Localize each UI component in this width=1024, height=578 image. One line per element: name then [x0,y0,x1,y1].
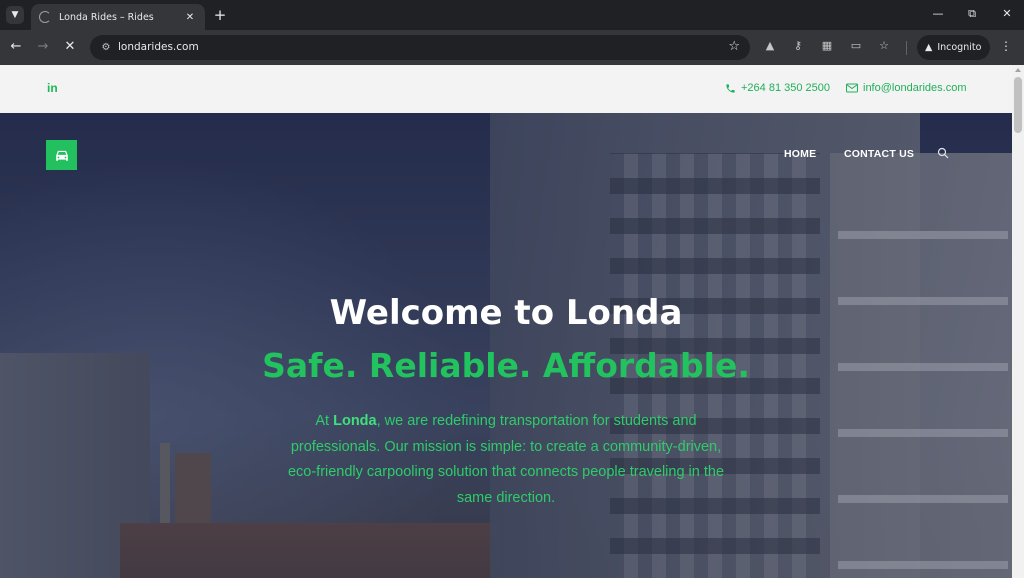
minimize-button[interactable]: — [928,7,948,20]
nav-home[interactable]: HOME [784,148,816,160]
arrow-left-icon: ← [10,39,22,54]
browser-toolbar: ← → ✕ ⚙ londarides.com ☆ ▲ ⚷ ▦ ▭ ☆ ▲ Inc… [0,30,1024,65]
contact-topbar: in +264 81 350 2500 info@londarides.com [0,65,1012,113]
toolbar-divider [906,41,907,55]
address-bar[interactable]: ⚙ londarides.com ☆ [90,35,750,60]
phone-icon [726,83,735,93]
arrow-right-icon: → [37,39,49,54]
chevron-down-icon: ▼ [11,10,19,20]
hero-description: At Londa, we are redefining transportati… [286,409,726,511]
email-link[interactable]: info@londarides.com [846,82,967,94]
incognito-spy-icon[interactable]: ▲ [762,39,778,52]
incognito-badge[interactable]: ▲ Incognito [917,35,990,60]
tune-icon[interactable]: ⚙ [97,39,115,56]
page-scrollbar[interactable] [1012,65,1024,578]
email-address: info@londarides.com [863,82,967,94]
site-logo[interactable] [46,140,77,170]
back-button[interactable]: ← [7,38,25,56]
hero-section: HOME CONTACT US Welcome to Londa Safe. R… [0,113,1012,578]
tab-search-button[interactable]: ▼ [6,6,24,24]
close-icon: ✕ [64,39,76,54]
hero-tagline: Safe. Reliable. Affordable. [262,346,750,385]
stop-loading-button[interactable]: ✕ [61,38,79,56]
close-icon: ✕ [1002,7,1012,20]
incognito-icon: ▲ [925,42,933,53]
qr-code-icon[interactable]: ▦ [819,39,835,52]
new-tab-button[interactable]: + [212,6,228,24]
cast-icon[interactable]: ▭ [848,39,864,52]
nav-contact-us[interactable]: CONTACT US [844,148,914,160]
envelope-icon [846,83,858,93]
close-window-button[interactable]: ✕ [997,7,1017,20]
star-icon[interactable]: ☆ [728,39,740,54]
scrollbar-thumb[interactable] [1014,77,1022,133]
restore-button[interactable]: ⧉ [962,7,982,21]
hero-desc-brand: Londa [333,413,377,429]
forward-button[interactable]: → [34,38,52,56]
more-vert-icon[interactable]: ⋮ [999,39,1013,53]
car-icon [55,150,68,161]
linkedin-icon[interactable]: in [47,81,58,95]
key-icon[interactable]: ⚷ [790,39,806,52]
restore-icon: ⧉ [968,7,976,20]
hero-desc-prefix: At [315,413,334,429]
close-icon[interactable]: ✕ [183,12,197,23]
minimize-icon: — [932,7,944,20]
search-icon[interactable] [937,146,949,164]
phone-number: +264 81 350 2500 [741,82,831,94]
tab-strip: ▼ Londa Rides – Rides ✕ + — ⧉ ✕ [0,0,1024,30]
hero-title: Welcome to Londa [329,293,683,333]
scroll-up-arrow-icon[interactable] [1015,68,1021,72]
loading-spinner-icon [39,11,51,23]
tab-title: Londa Rides – Rides [59,11,154,23]
bookmarks-icon[interactable]: ☆ [876,39,892,52]
phone-link[interactable]: +264 81 350 2500 [725,82,830,94]
incognito-label: Incognito [937,42,982,53]
url-text[interactable]: londarides.com [118,41,199,53]
browser-tab[interactable]: Londa Rides – Rides ✕ [31,4,205,30]
plus-icon: + [213,6,227,24]
page-viewport: in +264 81 350 2500 info@londarides.com … [0,65,1012,578]
